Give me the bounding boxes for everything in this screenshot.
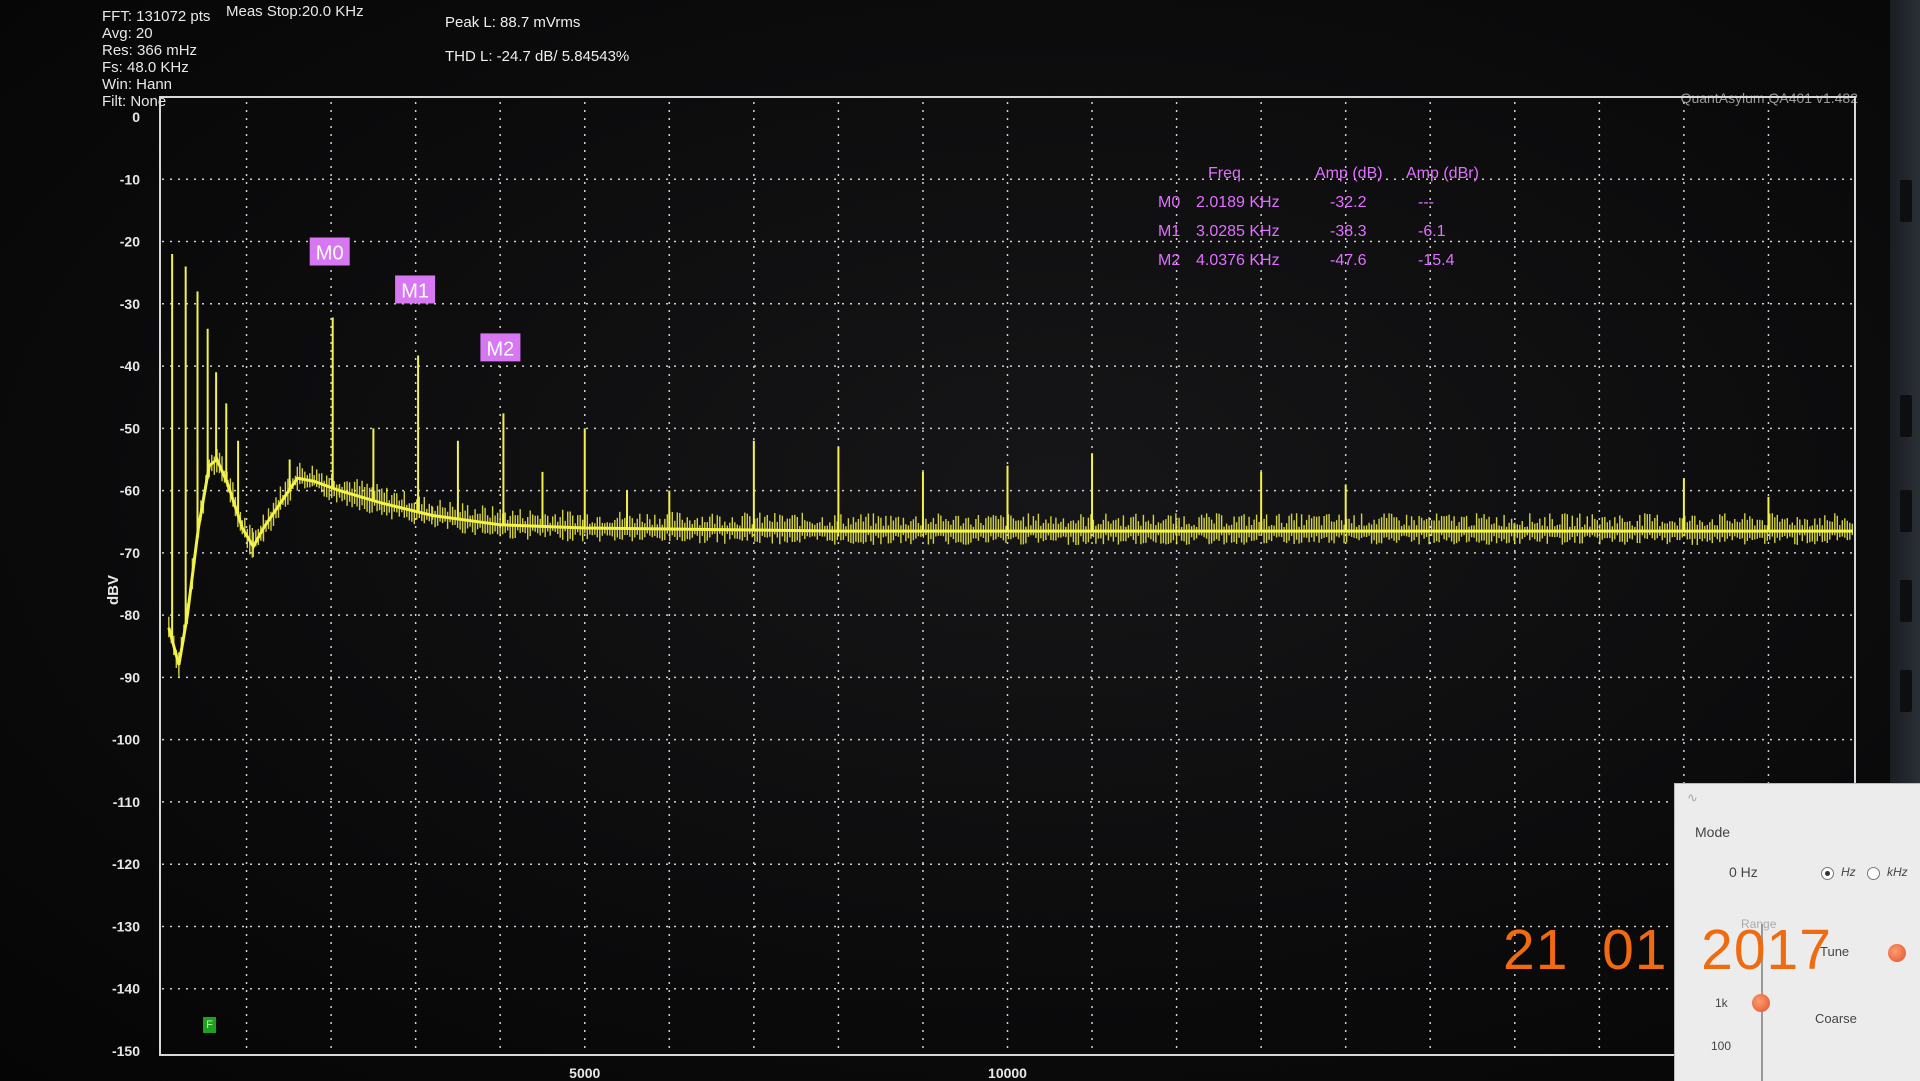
y-tick-label: -110 xyxy=(113,794,140,810)
y-tick-label: -150 xyxy=(112,1043,140,1059)
y-tick-label: -40 xyxy=(120,358,140,374)
freq-header: Freq xyxy=(1208,165,1241,182)
y-tick-label: -100 xyxy=(112,732,140,748)
y-tick-label: -140 xyxy=(112,981,140,997)
harmonic-spikes xyxy=(171,253,1770,641)
khz-label: kHz xyxy=(1887,865,1908,879)
plot-grid xyxy=(162,102,1853,1051)
frequency-value: 0 Hz xyxy=(1729,864,1758,880)
hz-label: Hz xyxy=(1841,865,1856,879)
marker-m1: M1 xyxy=(395,275,436,304)
marker-m0: M0 xyxy=(309,237,350,266)
amp-db-header: Amp (dB) xyxy=(1315,165,1383,182)
side-tab[interactable] xyxy=(1900,580,1912,622)
y-tick-label: -50 xyxy=(120,420,140,436)
y-tick-label: -130 xyxy=(112,918,140,934)
y-tick-label: -80 xyxy=(120,607,140,623)
y-tick-label: -120 xyxy=(112,856,140,872)
y-tick-label: -20 xyxy=(120,234,140,250)
y-tick-label: -70 xyxy=(120,545,140,561)
marker-freq: 4.0376 KHz xyxy=(1196,252,1280,269)
marker-name: M1 xyxy=(1158,223,1181,240)
scale-100-label: 100 xyxy=(1711,1039,1732,1053)
side-tab[interactable] xyxy=(1900,490,1912,532)
x-tick-label: 5000 xyxy=(569,1065,600,1080)
marker-label: M2 xyxy=(487,338,515,360)
y-tick-label: -90 xyxy=(120,669,140,685)
camera-date-stamp: 21 01 2017 xyxy=(1503,918,1832,982)
range-slider-knob[interactable] xyxy=(1752,994,1770,1012)
coarse-label: Coarse xyxy=(1815,1011,1857,1026)
mode-label: Mode xyxy=(1695,824,1731,840)
marker-m2: M2 xyxy=(480,333,521,362)
y-axis-label: dBV xyxy=(105,575,122,605)
x-axis-ticks: 5000 10000 xyxy=(569,1065,1027,1080)
marker-freq: 3.0285 KHz xyxy=(1196,223,1280,240)
marker-amp-dbr: --- xyxy=(1418,194,1434,211)
marker-label: M0 xyxy=(316,242,344,264)
noise-band-path xyxy=(168,448,1853,677)
panel-title-icon: ∿ xyxy=(1687,790,1698,805)
status-indicator: F xyxy=(203,1017,216,1033)
marker-amp-dbr: -6.1 xyxy=(1418,223,1446,240)
amp-dbr-header: Amp (dBr) xyxy=(1406,165,1479,182)
hz-radio[interactable] xyxy=(1821,867,1834,880)
marker-amp-dbr: -15.4 xyxy=(1418,252,1455,269)
y-tick-label: 0 xyxy=(132,109,140,125)
marker-amp-db: -47.6 xyxy=(1330,252,1367,269)
y-tick-label: -10 xyxy=(120,171,140,187)
side-tab[interactable] xyxy=(1900,180,1912,222)
marker-amp-db: -38.3 xyxy=(1330,223,1367,240)
side-tab[interactable] xyxy=(1900,670,1912,712)
side-toolbar xyxy=(1890,0,1920,785)
x-tick-label: 10000 xyxy=(988,1065,1027,1080)
marker-name: M2 xyxy=(1158,252,1181,269)
marker-freq: 2.0189 KHz xyxy=(1196,194,1280,211)
y-tick-label: -30 xyxy=(120,296,140,312)
side-tab[interactable] xyxy=(1900,395,1912,437)
scale-1k-label: 1k xyxy=(1715,996,1728,1010)
marker-label: M1 xyxy=(401,280,429,302)
noise-floor-band xyxy=(168,448,1853,677)
y-tick-label: -60 xyxy=(120,483,140,499)
tune-slider[interactable] xyxy=(1888,944,1906,962)
marker-amp-db: -32.2 xyxy=(1330,194,1367,211)
khz-radio[interactable] xyxy=(1867,867,1880,880)
marker-name: M0 xyxy=(1158,194,1181,211)
